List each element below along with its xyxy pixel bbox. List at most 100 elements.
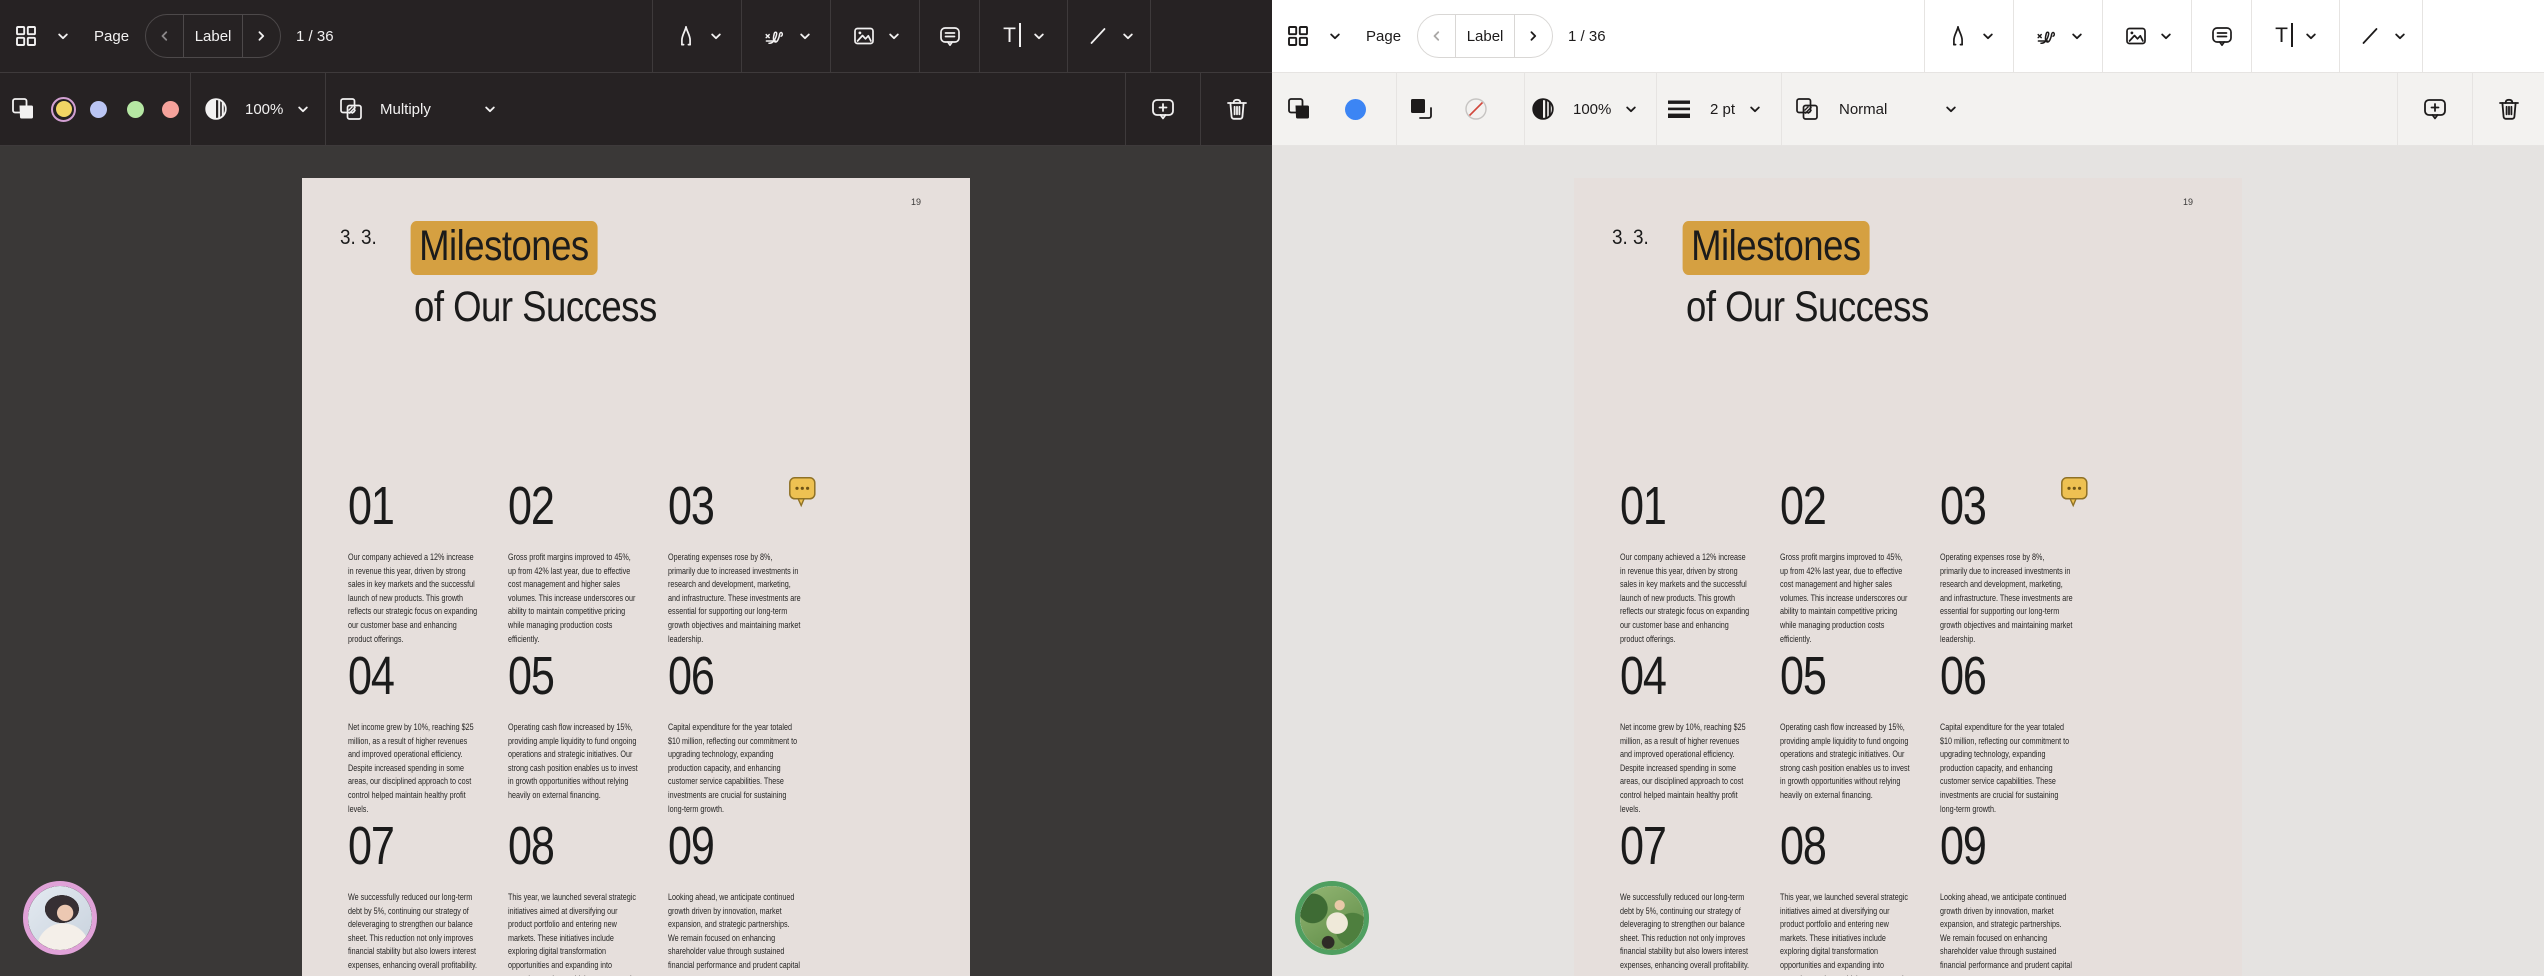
highlighted-title-word[interactable]: Milestones (411, 221, 598, 275)
tool-strip: T (1924, 0, 2423, 72)
stroke-width-icon (1667, 97, 1691, 121)
chevron-down-icon[interactable] (800, 33, 810, 40)
comment-badge[interactable] (2061, 477, 2088, 515)
add-comment-icon (1150, 96, 1176, 123)
no-stroke-swatch[interactable] (1465, 98, 1487, 120)
prev-page-button[interactable] (146, 15, 184, 57)
color-swatch-yellow[interactable] (56, 101, 72, 117)
collaborator-avatar[interactable] (23, 881, 97, 955)
milestone-item[interactable]: 02Gross profit margins improved to 45%, … (508, 478, 668, 648)
milestone-item[interactable]: 04Net income grew by 10%, reaching $25 m… (1620, 648, 1780, 818)
chevron-down-icon[interactable] (889, 33, 899, 40)
fill-color-swatch[interactable] (1345, 99, 1366, 120)
chevron-down-icon[interactable] (1983, 33, 1993, 40)
chevron-down-icon[interactable] (1750, 106, 1760, 113)
image-tool-icon (852, 24, 876, 48)
fill-stroke-swap-icon[interactable] (1408, 96, 1434, 122)
page-nav-label[interactable]: Label (1456, 15, 1514, 57)
design-canvas[interactable]: 19 3. 3. Milestones of Our Success 01Our… (1272, 146, 2544, 976)
milestone-item[interactable]: 06Capital expenditure for the year total… (1940, 648, 2100, 818)
grid-view-icon[interactable] (16, 26, 36, 46)
slide-section-label[interactable]: 3. 3. (1612, 226, 1649, 250)
slide-page[interactable]: 19 3. 3. Milestones of Our Success 01Our… (1574, 178, 2242, 976)
page-nav-pill: Label (1417, 14, 1553, 58)
milestone-item[interactable]: 01Our company achieved a 12% increase in… (1620, 478, 1780, 648)
milestone-item[interactable]: 08This year, we launched several strateg… (508, 818, 668, 976)
milestone-item[interactable]: 04Net income grew by 10%, reaching $25 m… (348, 648, 508, 818)
milestone-item[interactable]: 08This year, we launched several strateg… (1780, 818, 1940, 976)
comment-tool-button[interactable] (919, 0, 979, 72)
color-swatch-green[interactable] (127, 101, 144, 118)
chevron-down-icon[interactable] (2395, 33, 2405, 40)
comment-badge[interactable] (789, 477, 816, 515)
grid-view-icon[interactable] (1288, 26, 1308, 46)
stroke-width-control[interactable]: 2 pt (1656, 73, 1781, 145)
delete-button[interactable] (1200, 73, 1272, 145)
image-tool-button[interactable] (830, 0, 919, 72)
next-page-button[interactable] (1514, 15, 1552, 57)
chevron-down-icon[interactable] (1946, 106, 1956, 113)
milestone-item[interactable]: 05Operating cash flow increased by 15%, … (508, 648, 668, 818)
slide-section-label[interactable]: 3. 3. (340, 226, 377, 250)
stroke-width-value: 2 pt (1710, 101, 1735, 118)
blend-mode-control[interactable]: Multiply (325, 73, 510, 145)
slide-title[interactable]: Milestones of Our Success (1686, 216, 1929, 338)
scribble-tool-button[interactable] (741, 0, 830, 72)
chevron-down-icon[interactable] (485, 106, 495, 113)
slide-title[interactable]: Milestones of Our Success (414, 216, 657, 338)
design-canvas[interactable]: 19 3. 3. Milestones of Our Success 01Our… (0, 146, 1272, 976)
line-tool-button[interactable] (2339, 0, 2423, 72)
chevron-down-icon[interactable] (2072, 33, 2082, 40)
title-line2[interactable]: of Our Success (414, 283, 657, 331)
milestone-item[interactable]: 09Looking ahead, we anticipate continued… (1940, 818, 2100, 976)
avatar-photo (1300, 886, 1364, 950)
pen-tool-button[interactable] (1924, 0, 2013, 72)
add-comment-button[interactable] (1125, 73, 1200, 145)
delete-button[interactable] (2472, 73, 2544, 145)
chevron-down-icon[interactable] (58, 33, 68, 40)
slide-page-number: 19 (2183, 197, 2193, 207)
page-nav-pill: Label (145, 14, 281, 58)
color-swatch-blue[interactable] (90, 101, 107, 118)
chevron-down-icon[interactable] (1330, 33, 1340, 40)
scribble-tool-button[interactable] (2013, 0, 2102, 72)
comment-tool-button[interactable] (2191, 0, 2251, 72)
milestone-item[interactable]: 05Operating cash flow increased by 15%, … (1780, 648, 1940, 818)
image-tool-button[interactable] (2102, 0, 2191, 72)
swatch-selected-ring[interactable] (51, 97, 76, 122)
chevron-down-icon[interactable] (2161, 33, 2171, 40)
pen-tool-icon (1946, 24, 1970, 48)
page-counter: 1 / 36 (296, 28, 334, 45)
add-comment-button[interactable] (2397, 73, 2472, 145)
prev-page-button[interactable] (1418, 15, 1456, 57)
text-tool-button[interactable]: T (2251, 0, 2339, 72)
page-nav-label[interactable]: Label (184, 15, 242, 57)
slide-page[interactable]: 19 3. 3. Milestones of Our Success 01Our… (302, 178, 970, 976)
chevron-down-icon[interactable] (1123, 33, 1133, 40)
opacity-control[interactable]: 100% (1524, 73, 1656, 145)
milestone-item[interactable]: 07We successfully reduced our long-term … (1620, 818, 1780, 976)
title-line2[interactable]: of Our Success (1686, 283, 1929, 331)
milestone-item[interactable]: 07We successfully reduced our long-term … (348, 818, 508, 976)
chevron-down-icon[interactable] (298, 106, 308, 113)
chevron-down-icon[interactable] (1626, 106, 1636, 113)
chevron-down-icon[interactable] (2306, 33, 2316, 40)
highlighted-title-word[interactable]: Milestones (1683, 221, 1870, 275)
color-swatch-red[interactable] (162, 101, 179, 118)
chevron-down-icon[interactable] (711, 33, 721, 40)
milestone-item[interactable]: 06Capital expenditure for the year total… (668, 648, 828, 818)
blend-mode-control[interactable]: Normal (1781, 73, 1971, 145)
duplicate-layers-icon[interactable] (10, 96, 36, 122)
milestone-item[interactable]: 02Gross profit margins improved to 45%, … (1780, 478, 1940, 648)
duplicate-layers-icon[interactable] (1286, 96, 1312, 122)
chevron-down-icon[interactable] (1034, 33, 1044, 40)
next-page-button[interactable] (242, 15, 280, 57)
text-tool-button[interactable]: T (979, 0, 1067, 72)
pen-tool-button[interactable] (652, 0, 741, 72)
opacity-control[interactable]: 100% (190, 73, 325, 145)
milestone-item[interactable]: 01Our company achieved a 12% increase in… (348, 478, 508, 648)
line-tool-button[interactable] (1067, 0, 1151, 72)
milestone-item[interactable]: 09Looking ahead, we anticipate continued… (668, 818, 828, 976)
scribble-tool-icon (762, 24, 787, 49)
collaborator-avatar[interactable] (1295, 881, 1369, 955)
